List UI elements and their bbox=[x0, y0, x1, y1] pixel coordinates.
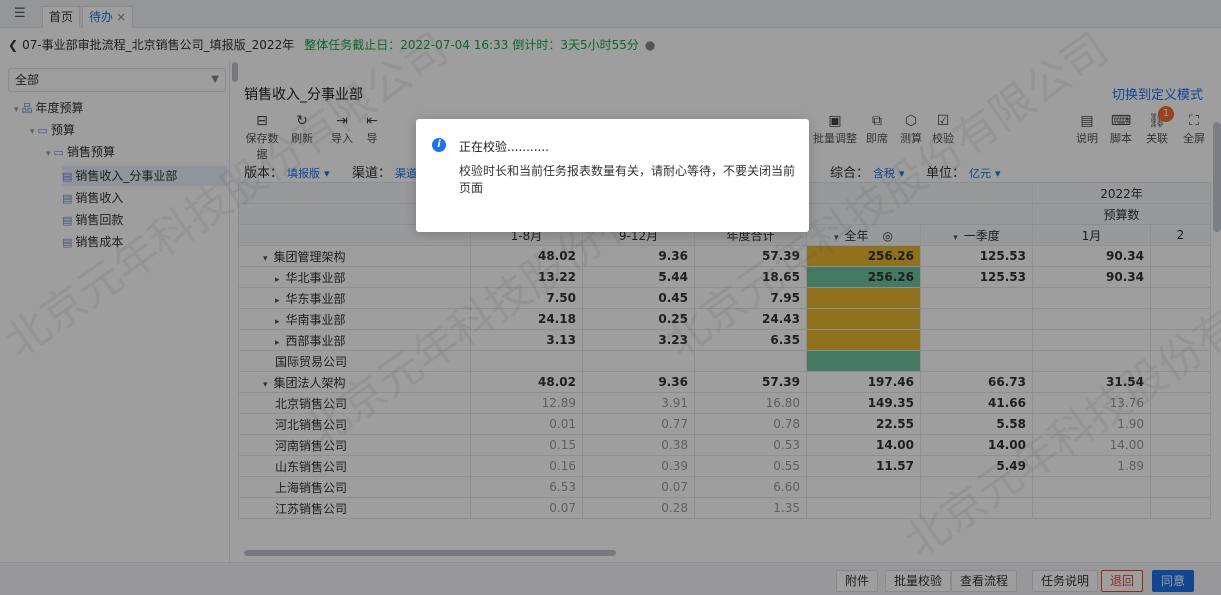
modal-title: 正在校验........... bbox=[459, 140, 549, 154]
modal-body: 校验时长和当前任务报表数量有关，请耐心等待，不要关闭当前页面 bbox=[459, 164, 796, 195]
validation-modal: i 正在校验........... 校验时长和当前任务报表数量有关，请耐心等待，… bbox=[416, 119, 809, 232]
info-icon: i bbox=[432, 138, 446, 152]
modal-overlay[interactable]: i 正在校验........... 校验时长和当前任务报表数量有关，请耐心等待，… bbox=[0, 0, 1221, 595]
